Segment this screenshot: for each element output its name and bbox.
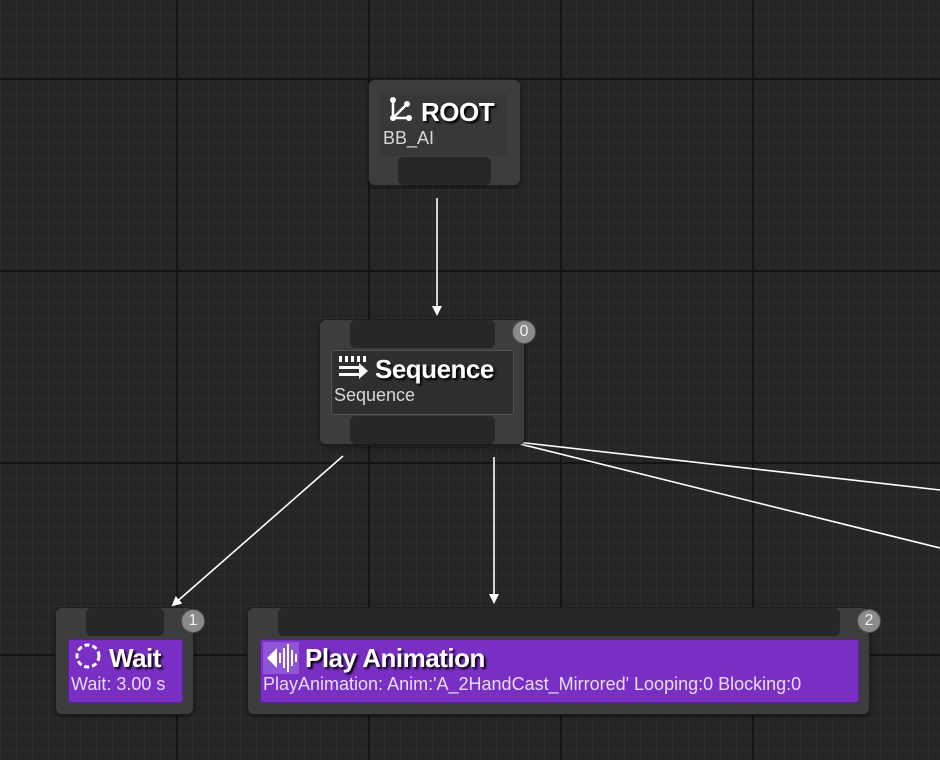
sequence-node[interactable]: Sequence Sequence <box>320 320 524 444</box>
play-animation-order-badge: 2 <box>858 610 880 632</box>
root-node-subtitle: BB_AI <box>383 128 435 148</box>
sequence-node-title: Sequence <box>375 353 494 384</box>
play-animation-node-subtitle: PlayAnimation: Anim:'A_2HandCast_Mirrore… <box>263 674 802 694</box>
root-output-pin[interactable] <box>398 157 491 185</box>
play-animation-input-pin[interactable] <box>278 608 840 636</box>
wait-clock-icon <box>73 641 103 676</box>
wire-sequence-offscreen-1 <box>507 440 940 491</box>
root-node[interactable]: ROOT BB_AI <box>369 80 520 185</box>
root-node-body: ROOT BB_AI <box>380 93 507 156</box>
play-animation-node-title: Play Animation <box>305 642 485 673</box>
wait-order-badge: 1 <box>182 610 204 632</box>
wait-node[interactable]: Wait Wait: 3.00 s <box>56 608 193 714</box>
wire-sequence-to-wait <box>171 455 344 607</box>
sequence-input-pin[interactable] <box>350 320 495 348</box>
sequence-node-subtitle: Sequence <box>334 385 416 405</box>
wait-input-pin[interactable] <box>86 608 164 636</box>
root-node-title: ROOT <box>421 96 495 127</box>
play-animation-node-body: Play Animation PlayAnimation: Anim:'A_2H… <box>260 639 859 703</box>
wait-node-title: Wait <box>109 642 161 673</box>
sequence-output-pin[interactable] <box>350 416 495 444</box>
wait-node-subtitle: Wait: 3.00 s <box>71 674 166 694</box>
root-node-title-row: ROOT <box>381 96 506 128</box>
root-branch-icon <box>387 96 415 129</box>
sequence-node-title-row: Sequence <box>332 353 513 385</box>
wire-sequence-offscreen-2 <box>507 440 940 549</box>
sequence-arrow-icon <box>337 353 369 386</box>
play-animation-node-title-row: Play Animation <box>261 642 858 674</box>
animation-waveform-icon <box>263 642 299 674</box>
sequence-order-badge: 0 <box>513 321 535 343</box>
wait-node-body: Wait Wait: 3.00 s <box>68 639 183 703</box>
wait-node-title-row: Wait <box>69 642 182 674</box>
play-animation-node[interactable]: Play Animation PlayAnimation: Anim:'A_2H… <box>248 608 869 714</box>
sequence-node-body: Sequence Sequence <box>331 350 514 415</box>
